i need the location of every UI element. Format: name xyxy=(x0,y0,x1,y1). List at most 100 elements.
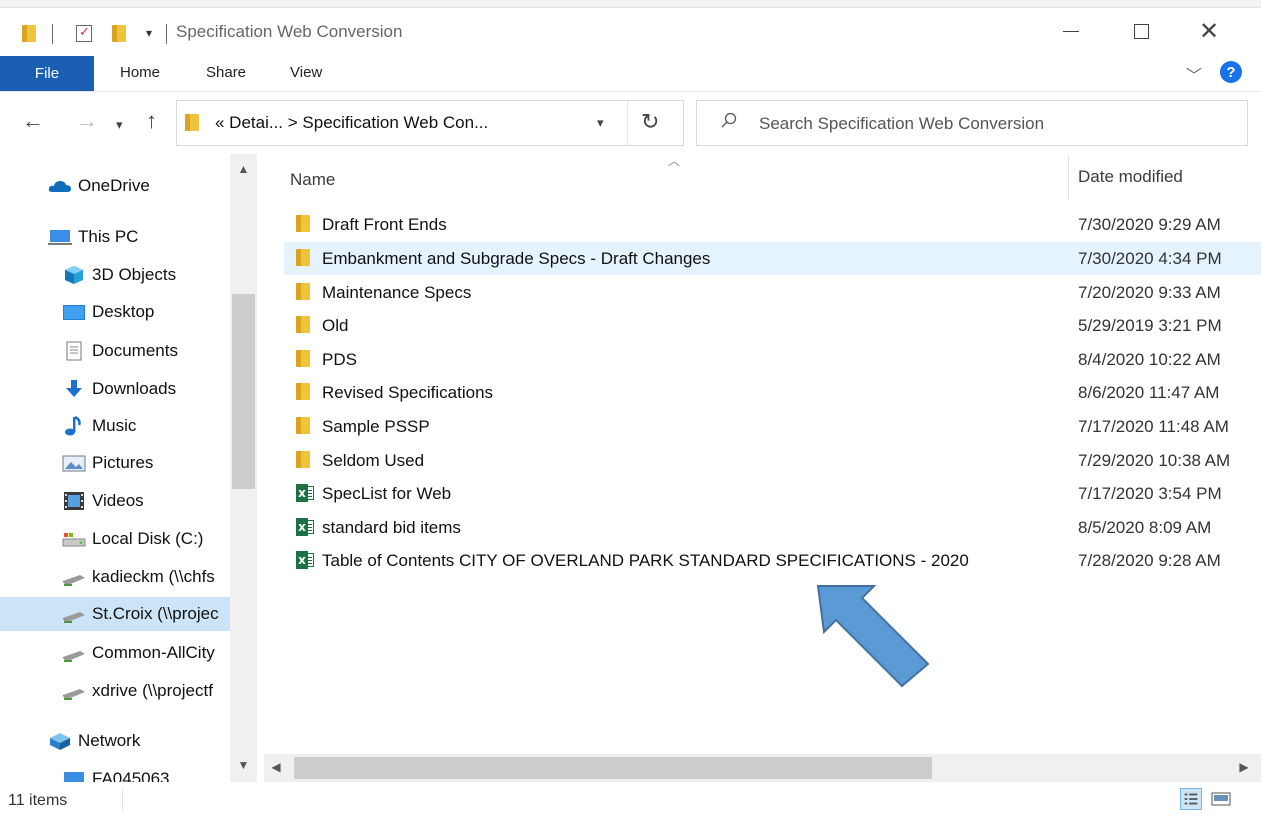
tab-view[interactable]: View xyxy=(290,64,322,81)
nav-item-pictures[interactable]: Pictures xyxy=(62,446,153,480)
item-count: 11 items xyxy=(8,792,68,809)
network-icon xyxy=(48,731,72,751)
folder-icon xyxy=(296,417,310,434)
customize-toolbar-icon[interactable]: ▾ xyxy=(146,24,152,42)
background-app-strip xyxy=(0,0,1261,8)
scroll-down-icon[interactable]: ▼ xyxy=(230,758,257,772)
file-name: SpecList for Web xyxy=(322,483,452,503)
address-divider xyxy=(627,101,628,145)
forward-button[interactable]: → xyxy=(76,110,98,132)
file-date-modified: 7/30/2020 9:29 AM xyxy=(1078,214,1221,234)
properties-icon[interactable] xyxy=(76,24,92,42)
file-row[interactable]: x Table of Contents CITY OF OVERLAND PARK… xyxy=(284,544,1261,577)
file-name: Old xyxy=(322,315,349,335)
nav-item-common-allcity[interactable]: Common-AllCity xyxy=(62,636,215,670)
nav-item-onedrive[interactable]: OneDrive xyxy=(48,169,150,203)
address-dropdown-icon[interactable]: ▾ xyxy=(597,115,604,131)
network-drive-icon xyxy=(62,681,86,701)
excel-file-icon: x xyxy=(296,484,314,502)
address-bar[interactable]: « Detai... > Specification Web Con... ▾ … xyxy=(176,100,684,146)
tab-home[interactable]: Home xyxy=(120,64,160,81)
folder-icon xyxy=(296,451,310,468)
search-input[interactable]: Search Specification Web Conversion xyxy=(759,114,1044,134)
scroll-left-icon[interactable]: ◀ xyxy=(264,760,288,774)
nav-item-documents[interactable]: Documents xyxy=(62,334,178,368)
file-row[interactable]: PDS 8/4/2020 10:22 AM xyxy=(284,343,1261,376)
minimize-icon xyxy=(1063,30,1079,32)
nav-item-kadieckm[interactable]: kadieckm (\\chfs xyxy=(62,560,215,594)
computer-icon xyxy=(48,227,72,247)
window-title: Specification Web Conversion xyxy=(176,22,403,41)
file-row[interactable]: Draft Front Ends 7/30/2020 9:29 AM xyxy=(284,208,1261,241)
scroll-up-icon[interactable]: ▲ xyxy=(230,162,257,176)
nav-item-xdrive[interactable]: xdrive (\\projectf xyxy=(62,674,213,708)
file-row[interactable]: x standard bid items 8/5/2020 8:09 AM xyxy=(284,511,1261,544)
help-icon[interactable]: ? xyxy=(1220,61,1242,83)
nav-item-desktop[interactable]: Desktop xyxy=(62,295,154,329)
title-separator xyxy=(52,24,53,44)
file-row[interactable]: Old 5/29/2019 3:21 PM xyxy=(284,309,1261,342)
close-button[interactable]: ✕ xyxy=(1186,12,1232,50)
nav-item-local-disk[interactable]: Local Disk (C:) xyxy=(62,522,203,556)
back-button[interactable]: ← xyxy=(22,110,44,132)
horizontal-scrollbar-thumb[interactable] xyxy=(294,757,932,779)
column-separator[interactable] xyxy=(1068,154,1069,200)
pictures-icon xyxy=(62,453,86,473)
ribbon-tabs: File Home Share View ﹀ ? xyxy=(0,56,1261,92)
refresh-icon[interactable]: ↻ xyxy=(641,109,659,135)
nav-scrollbar-thumb[interactable] xyxy=(232,294,255,489)
scroll-right-icon[interactable]: ▶ xyxy=(1232,760,1256,774)
file-row[interactable]: Embankment and Subgrade Specs - Draft Ch… xyxy=(284,242,1261,275)
folder-icon xyxy=(296,215,310,232)
nav-scrollbar[interactable]: ▲ ▼ xyxy=(230,154,257,782)
desktop-icon xyxy=(62,302,86,322)
minimize-button[interactable] xyxy=(1048,12,1094,50)
breadcrumb[interactable]: « Detai... > Specification Web Con... xyxy=(215,113,488,133)
file-date-modified: 7/28/2020 9:28 AM xyxy=(1078,550,1221,570)
large-icons-view-icon[interactable] xyxy=(1210,788,1232,810)
file-name: Draft Front Ends xyxy=(322,214,447,234)
network-drive-icon xyxy=(62,643,86,663)
folder-icon xyxy=(296,383,310,400)
file-row[interactable]: Revised Specifications 8/6/2020 11:47 AM xyxy=(284,376,1261,409)
file-row[interactable]: Maintenance Specs 7/20/2020 9:33 AM xyxy=(284,276,1261,309)
file-row[interactable]: Sample PSSP 7/17/2020 11:48 AM xyxy=(284,410,1261,443)
folder-icon xyxy=(185,114,199,131)
horizontal-scrollbar[interactable]: ◀ ▶ xyxy=(264,754,1261,782)
tab-file[interactable]: File xyxy=(0,56,94,91)
column-name[interactable]: Name xyxy=(290,170,335,190)
file-row[interactable]: Seldom Used 7/29/2020 10:38 AM xyxy=(284,444,1261,477)
expand-ribbon-icon[interactable]: ﹀ xyxy=(1186,62,1202,86)
tab-share[interactable]: Share xyxy=(206,64,246,81)
nav-item-videos[interactable]: Videos xyxy=(62,484,144,518)
nav-item-st-croix[interactable]: St.Croix (\\projec xyxy=(0,597,230,631)
sort-ascending-icon: ︿ xyxy=(668,154,681,168)
details-view-icon[interactable] xyxy=(1180,788,1202,810)
file-date-modified: 7/17/2020 11:48 AM xyxy=(1078,416,1229,436)
nav-item-3d-objects[interactable]: 3D Objects xyxy=(62,258,176,292)
maximize-button[interactable] xyxy=(1118,12,1164,50)
file-row[interactable]: x SpecList for Web 7/17/2020 3:54 PM xyxy=(284,477,1261,510)
file-name: Maintenance Specs xyxy=(322,282,472,302)
file-name: Sample PSSP xyxy=(322,416,430,436)
maximize-icon xyxy=(1133,23,1149,39)
file-date-modified: 8/6/2020 11:47 AM xyxy=(1078,382,1220,402)
file-date-modified: 7/17/2020 3:54 PM xyxy=(1078,483,1222,503)
search-box[interactable]: Search Specification Web Conversion xyxy=(696,100,1248,146)
nav-item-fa045063[interactable]: FA045063 xyxy=(62,762,170,782)
disk-icon xyxy=(62,529,86,549)
nav-item-this-pc[interactable]: This PC xyxy=(48,220,138,254)
nav-item-network[interactable]: Network xyxy=(48,724,140,758)
file-date-modified: 5/29/2019 3:21 PM xyxy=(1078,315,1222,335)
computer-icon xyxy=(62,769,86,782)
nav-item-downloads[interactable]: Downloads xyxy=(62,372,176,406)
new-folder-icon[interactable] xyxy=(112,24,126,42)
column-date-modified[interactable]: Date modified xyxy=(1078,167,1183,187)
nav-item-music[interactable]: Music xyxy=(62,409,136,443)
title-separator xyxy=(166,24,167,44)
folder-icon xyxy=(296,283,310,300)
recent-locations-icon[interactable]: ▾ xyxy=(116,114,123,136)
search-icon xyxy=(721,112,737,128)
up-button[interactable]: ↑ xyxy=(146,110,157,132)
file-name: PDS xyxy=(322,349,357,369)
